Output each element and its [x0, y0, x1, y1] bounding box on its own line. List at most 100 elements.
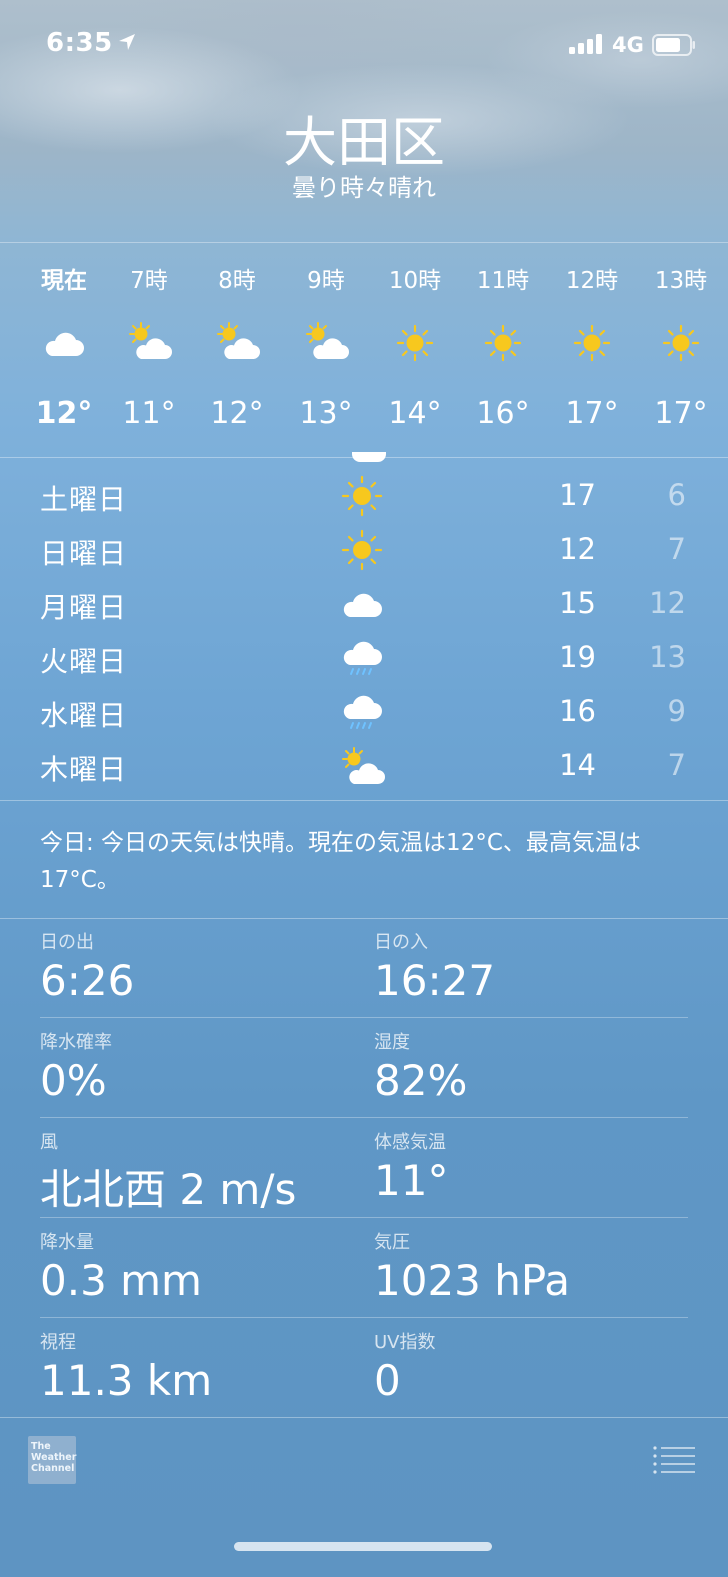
sun-icon	[341, 529, 383, 571]
hour-temp: 12°	[35, 396, 93, 431]
hour-item: 13時 17°	[636, 243, 726, 457]
hour-temp: 12°	[210, 396, 264, 431]
partly-sunny-icon	[217, 322, 260, 359]
rain-icon	[343, 641, 382, 675]
location-arrow-icon	[119, 34, 135, 50]
day-low: 7	[667, 748, 686, 782]
day-high: 14	[559, 748, 596, 782]
day-name: 木曜日	[40, 753, 128, 786]
hour-temp: 13°	[299, 396, 353, 431]
weather-channel-logo[interactable]: The Weather Channel	[28, 1436, 76, 1484]
daily-row: 日曜日 12 7	[0, 524, 728, 578]
detail-value: 6:26	[40, 956, 135, 1005]
sun-icon	[573, 324, 611, 362]
detail-value: 0%	[40, 1056, 107, 1105]
daily-row: 月曜日 15 12	[0, 578, 728, 632]
battery-icon	[652, 34, 695, 56]
detail-value: 11°	[374, 1156, 449, 1205]
hour-label: 8時	[218, 268, 256, 294]
details-row: 日の出 6:26 日の入 16:27	[0, 918, 728, 1018]
hour-label: 7時	[130, 268, 168, 294]
sun-icon	[396, 324, 434, 362]
detail-label: 降水確率	[40, 1032, 112, 1053]
details-row: 視程 11.3 km UV指数 0	[0, 1318, 728, 1418]
city-list-icon[interactable]	[652, 1444, 696, 1474]
day-low: 12	[649, 586, 686, 620]
hour-item: 10時 14°	[370, 243, 460, 457]
city-name: 大田区	[283, 111, 445, 174]
sun-icon	[662, 324, 700, 362]
day-low: 9	[667, 694, 686, 728]
detail-value: 0	[374, 1356, 401, 1405]
partly-sunny-icon	[129, 322, 172, 359]
network-type: 4G	[612, 33, 644, 57]
hour-temp: 11°	[122, 396, 176, 431]
sun-icon	[341, 475, 383, 517]
daily-row: 水曜日 16 9	[0, 686, 728, 740]
logo-line: Channel	[31, 1463, 75, 1474]
partly-sunny-icon	[306, 322, 349, 359]
daily-row: 土曜日 17 6	[0, 470, 728, 524]
cloud-icon	[45, 332, 84, 356]
detail-value: 0.3 mm	[40, 1256, 202, 1305]
detail-value: 11.3 km	[40, 1356, 213, 1405]
hour-item: 11時 16°	[458, 243, 548, 457]
status-bar: 6:35 4G	[0, 0, 728, 90]
detail-label: 体感気温	[374, 1132, 446, 1153]
detail-value: 1023 hPa	[374, 1256, 571, 1305]
detail-value: 北北西 2 m/s	[40, 1165, 297, 1214]
today-summary: 今日: 今日の天気は快晴。現在の気温は12°C、最高気温は17°C。	[40, 830, 641, 893]
hour-item: 9時 13°	[281, 243, 371, 457]
hourly-forecast[interactable]: 現在 12° 7時 11° 8時 12° 9時 13° 10時 14° 11時 …	[0, 243, 728, 457]
hour-label: 現在	[41, 268, 87, 294]
cellular-signal-icon	[569, 34, 602, 54]
detail-label: 日の出	[40, 932, 94, 953]
hour-label: 10時	[388, 268, 442, 294]
day-name: 日曜日	[40, 537, 128, 570]
day-high: 16	[559, 694, 596, 728]
scrolled-icon-fragment	[352, 452, 386, 462]
hour-temp: 14°	[388, 396, 442, 431]
hour-temp: 17°	[654, 396, 708, 431]
home-indicator[interactable]	[234, 1542, 492, 1551]
day-low: 7	[667, 532, 686, 566]
hour-item: 12時 17°	[547, 243, 637, 457]
current-condition: 曇り時々晴れ	[292, 174, 436, 202]
status-time: 6:35	[46, 28, 113, 58]
detail-label: 湿度	[374, 1032, 410, 1053]
detail-label: 気圧	[374, 1232, 410, 1253]
partly-sunny-icon	[342, 747, 385, 784]
hour-label: 12時	[565, 268, 619, 294]
detail-value: 82%	[374, 1056, 468, 1105]
divider	[0, 800, 728, 801]
logo-line: The	[31, 1441, 51, 1452]
day-high: 15	[559, 586, 596, 620]
day-name: 月曜日	[40, 591, 128, 624]
day-name: 土曜日	[40, 483, 128, 516]
detail-label: 視程	[40, 1332, 76, 1353]
details-row: 降水量 0.3 mm 気圧 1023 hPa	[0, 1218, 728, 1318]
logo-line: Weather	[31, 1452, 77, 1463]
details-row: 降水確率 0% 湿度 82%	[0, 1018, 728, 1118]
rain-icon	[343, 695, 382, 729]
day-low: 6	[667, 478, 686, 512]
hour-label: 13時	[654, 268, 708, 294]
hour-item: 8時 12°	[192, 243, 282, 457]
detail-label: 日の入	[374, 932, 428, 953]
detail-value: 16:27	[374, 956, 496, 1005]
details-row: 風 北北西 2 m/s 体感気温 11°	[0, 1118, 728, 1218]
sun-icon	[484, 324, 522, 362]
hour-item: 現在 12°	[19, 243, 109, 457]
footer-bar: The Weather Channel	[0, 1418, 728, 1577]
hour-item: 7時 11°	[104, 243, 194, 457]
detail-label: 風	[40, 1132, 58, 1153]
daily-row: 火曜日 19 13	[0, 632, 728, 686]
day-high: 19	[559, 640, 596, 674]
hour-label: 9時	[307, 268, 345, 294]
day-high: 17	[559, 478, 596, 512]
day-name: 水曜日	[40, 699, 128, 732]
day-high: 12	[559, 532, 596, 566]
hour-temp: 17°	[565, 396, 619, 431]
daily-row: 木曜日 14 7	[0, 740, 728, 794]
detail-label: 降水量	[40, 1232, 94, 1253]
